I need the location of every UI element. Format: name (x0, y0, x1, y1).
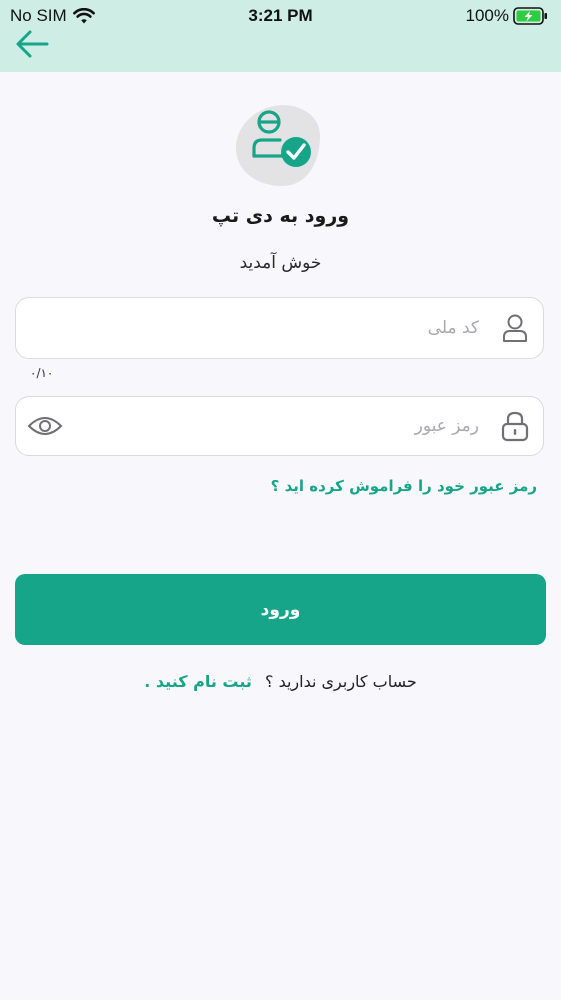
arrow-left-icon (15, 29, 49, 63)
back-button[interactable] (12, 28, 52, 64)
status-battery-group: 100% (466, 6, 549, 26)
register-row: حساب کاربری ندارید ؟ ثبت نام کنید . (0, 672, 561, 691)
user-icon (497, 310, 533, 346)
eye-icon (27, 417, 63, 435)
register-prompt: حساب کاربری ندارید ؟ (264, 672, 417, 691)
login-button[interactable]: ورود (15, 574, 546, 645)
user-check-icon (236, 105, 320, 186)
lock-icon (497, 408, 533, 444)
welcome-subtitle: خوش آمدید (239, 253, 322, 273)
battery-percent: 100% (465, 6, 509, 25)
register-link[interactable]: ثبت نام کنید . (144, 672, 252, 691)
brand-logo (232, 100, 324, 192)
status-bar: No SIM 3:21 PM 100% (0, 0, 561, 32)
password-field[interactable] (15, 396, 544, 456)
national-code-counter: ۰/۱۰ (30, 366, 54, 380)
password-visibility-toggle[interactable] (26, 408, 64, 444)
page-title: ورود به دی تپ (211, 205, 350, 227)
battery-icon (513, 7, 549, 25)
national-code-input[interactable] (36, 298, 481, 358)
password-input[interactable] (86, 397, 481, 455)
forgot-password-link[interactable]: رمز عبور خود را فراموش کرده اید ؟ (271, 477, 537, 495)
national-code-field[interactable] (15, 297, 544, 359)
